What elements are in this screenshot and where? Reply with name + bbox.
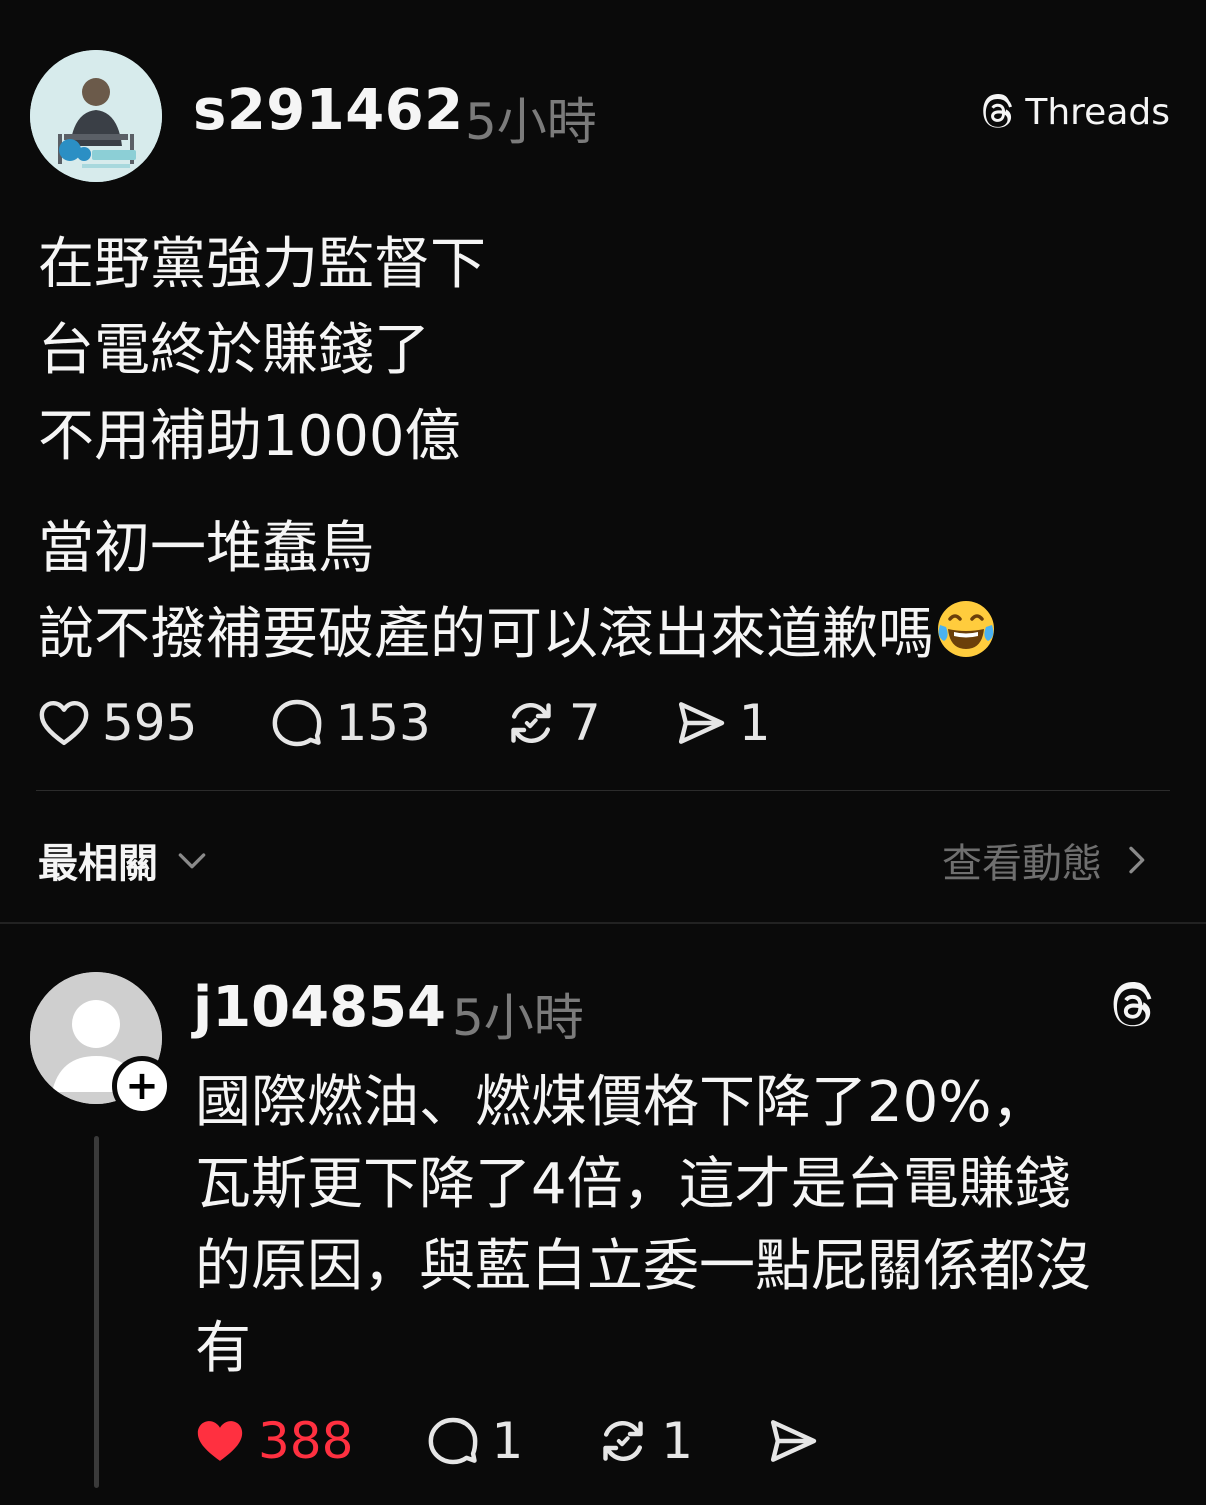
author-avatar[interactable] [30, 50, 162, 182]
post-body: 在野黨強力監督下 台電終於賺錢了 不用補助1000億 當初一堆蠢鳥 說不撥補要破… [38, 222, 1178, 678]
threads-logo-icon[interactable] [1108, 982, 1158, 1032]
reply-line: 的原因，與藍白立委一點屁關係都沒 [195, 1234, 1091, 1299]
reply-author-username[interactable]: j104854 [193, 975, 446, 1040]
replies-sort-row: 最相關 查看動態 [38, 830, 1156, 890]
repost-count: 7 [568, 694, 601, 752]
chevron-down-icon [178, 853, 206, 869]
sort-label: 最相關 [38, 841, 158, 887]
share-button[interactable]: 1 [673, 694, 771, 752]
post-line: 在野黨強力監督下 [38, 232, 486, 297]
reply-repost-button[interactable]: 1 [595, 1412, 693, 1470]
reply-comment-count: 1 [491, 1412, 524, 1470]
reply-share-button[interactable] [765, 1413, 821, 1469]
reply-line: 瓦斯更下降了4倍，這才是台電賺錢 [195, 1152, 1071, 1217]
reply-line: 有 [195, 1316, 251, 1381]
threads-brand-label: Threads [1025, 92, 1170, 133]
repost-button[interactable]: 7 [503, 694, 601, 752]
threads-brand[interactable]: Threads [979, 92, 1170, 133]
send-icon [678, 702, 724, 744]
follow-plus-button[interactable]: + [112, 1056, 172, 1116]
threads-logo-icon [983, 93, 1013, 128]
like-count: 595 [102, 694, 198, 752]
section-divider [0, 922, 1206, 924]
author-username[interactable]: s291462 [193, 78, 464, 143]
chevron-right-icon [1129, 846, 1145, 874]
repost-icon [511, 703, 551, 743]
post-line: 台電終於賺錢了 [38, 318, 430, 383]
reply-repost-count: 1 [661, 1412, 694, 1470]
reply-comment-button[interactable]: 1 [425, 1412, 523, 1470]
post-line-with-emoji: 說不撥補要破產的可以滾出來道歉嗎 [38, 592, 1178, 678]
post-timestamp: 5小時 [465, 93, 597, 151]
share-count: 1 [738, 694, 771, 752]
comment-bubble-icon [273, 699, 322, 747]
view-activity-link[interactable]: 查看動態 [942, 831, 1156, 889]
thread-connector-line [94, 1136, 99, 1488]
repost-icon [603, 1421, 643, 1461]
comment-button[interactable]: 153 [269, 694, 431, 752]
reply-line: 國際燃油、燃煤價格下降了20%， [195, 1070, 1048, 1135]
threads-screenshot: s291462 5小時 Threads 在野黨強力監督下 台電終於賺錢了 不用補… [0, 0, 1206, 1505]
reply-actions: 388 1 1 [192, 1408, 893, 1474]
laughing-tears-emoji-icon [938, 601, 994, 657]
reply-like-button[interactable]: 388 [192, 1412, 353, 1470]
heart-filled-icon [197, 1421, 243, 1461]
reply-body: 國際燃油、燃煤價格下降了20%， 瓦斯更下降了4倍，這才是台電賺錢 的原因，與藍… [195, 1062, 1175, 1390]
like-button[interactable]: 595 [36, 694, 197, 752]
send-icon [771, 1420, 817, 1462]
post-line: 當初一堆蠢鳥 [38, 516, 374, 581]
divider [36, 790, 1170, 791]
author-photo [30, 50, 162, 182]
reply-timestamp: 5小時 [452, 989, 584, 1047]
plus-icon: + [125, 1063, 159, 1109]
sort-dropdown[interactable]: 最相關 [38, 831, 212, 889]
heart-icon [39, 700, 89, 746]
reply-like-count: 388 [258, 1412, 354, 1470]
comment-bubble-icon [429, 1417, 478, 1465]
comment-count: 153 [335, 694, 431, 752]
post-line: 不用補助1000億 [38, 404, 461, 469]
view-activity-label: 查看動態 [942, 841, 1102, 887]
post-actions: 595 153 7 1 [36, 690, 843, 756]
